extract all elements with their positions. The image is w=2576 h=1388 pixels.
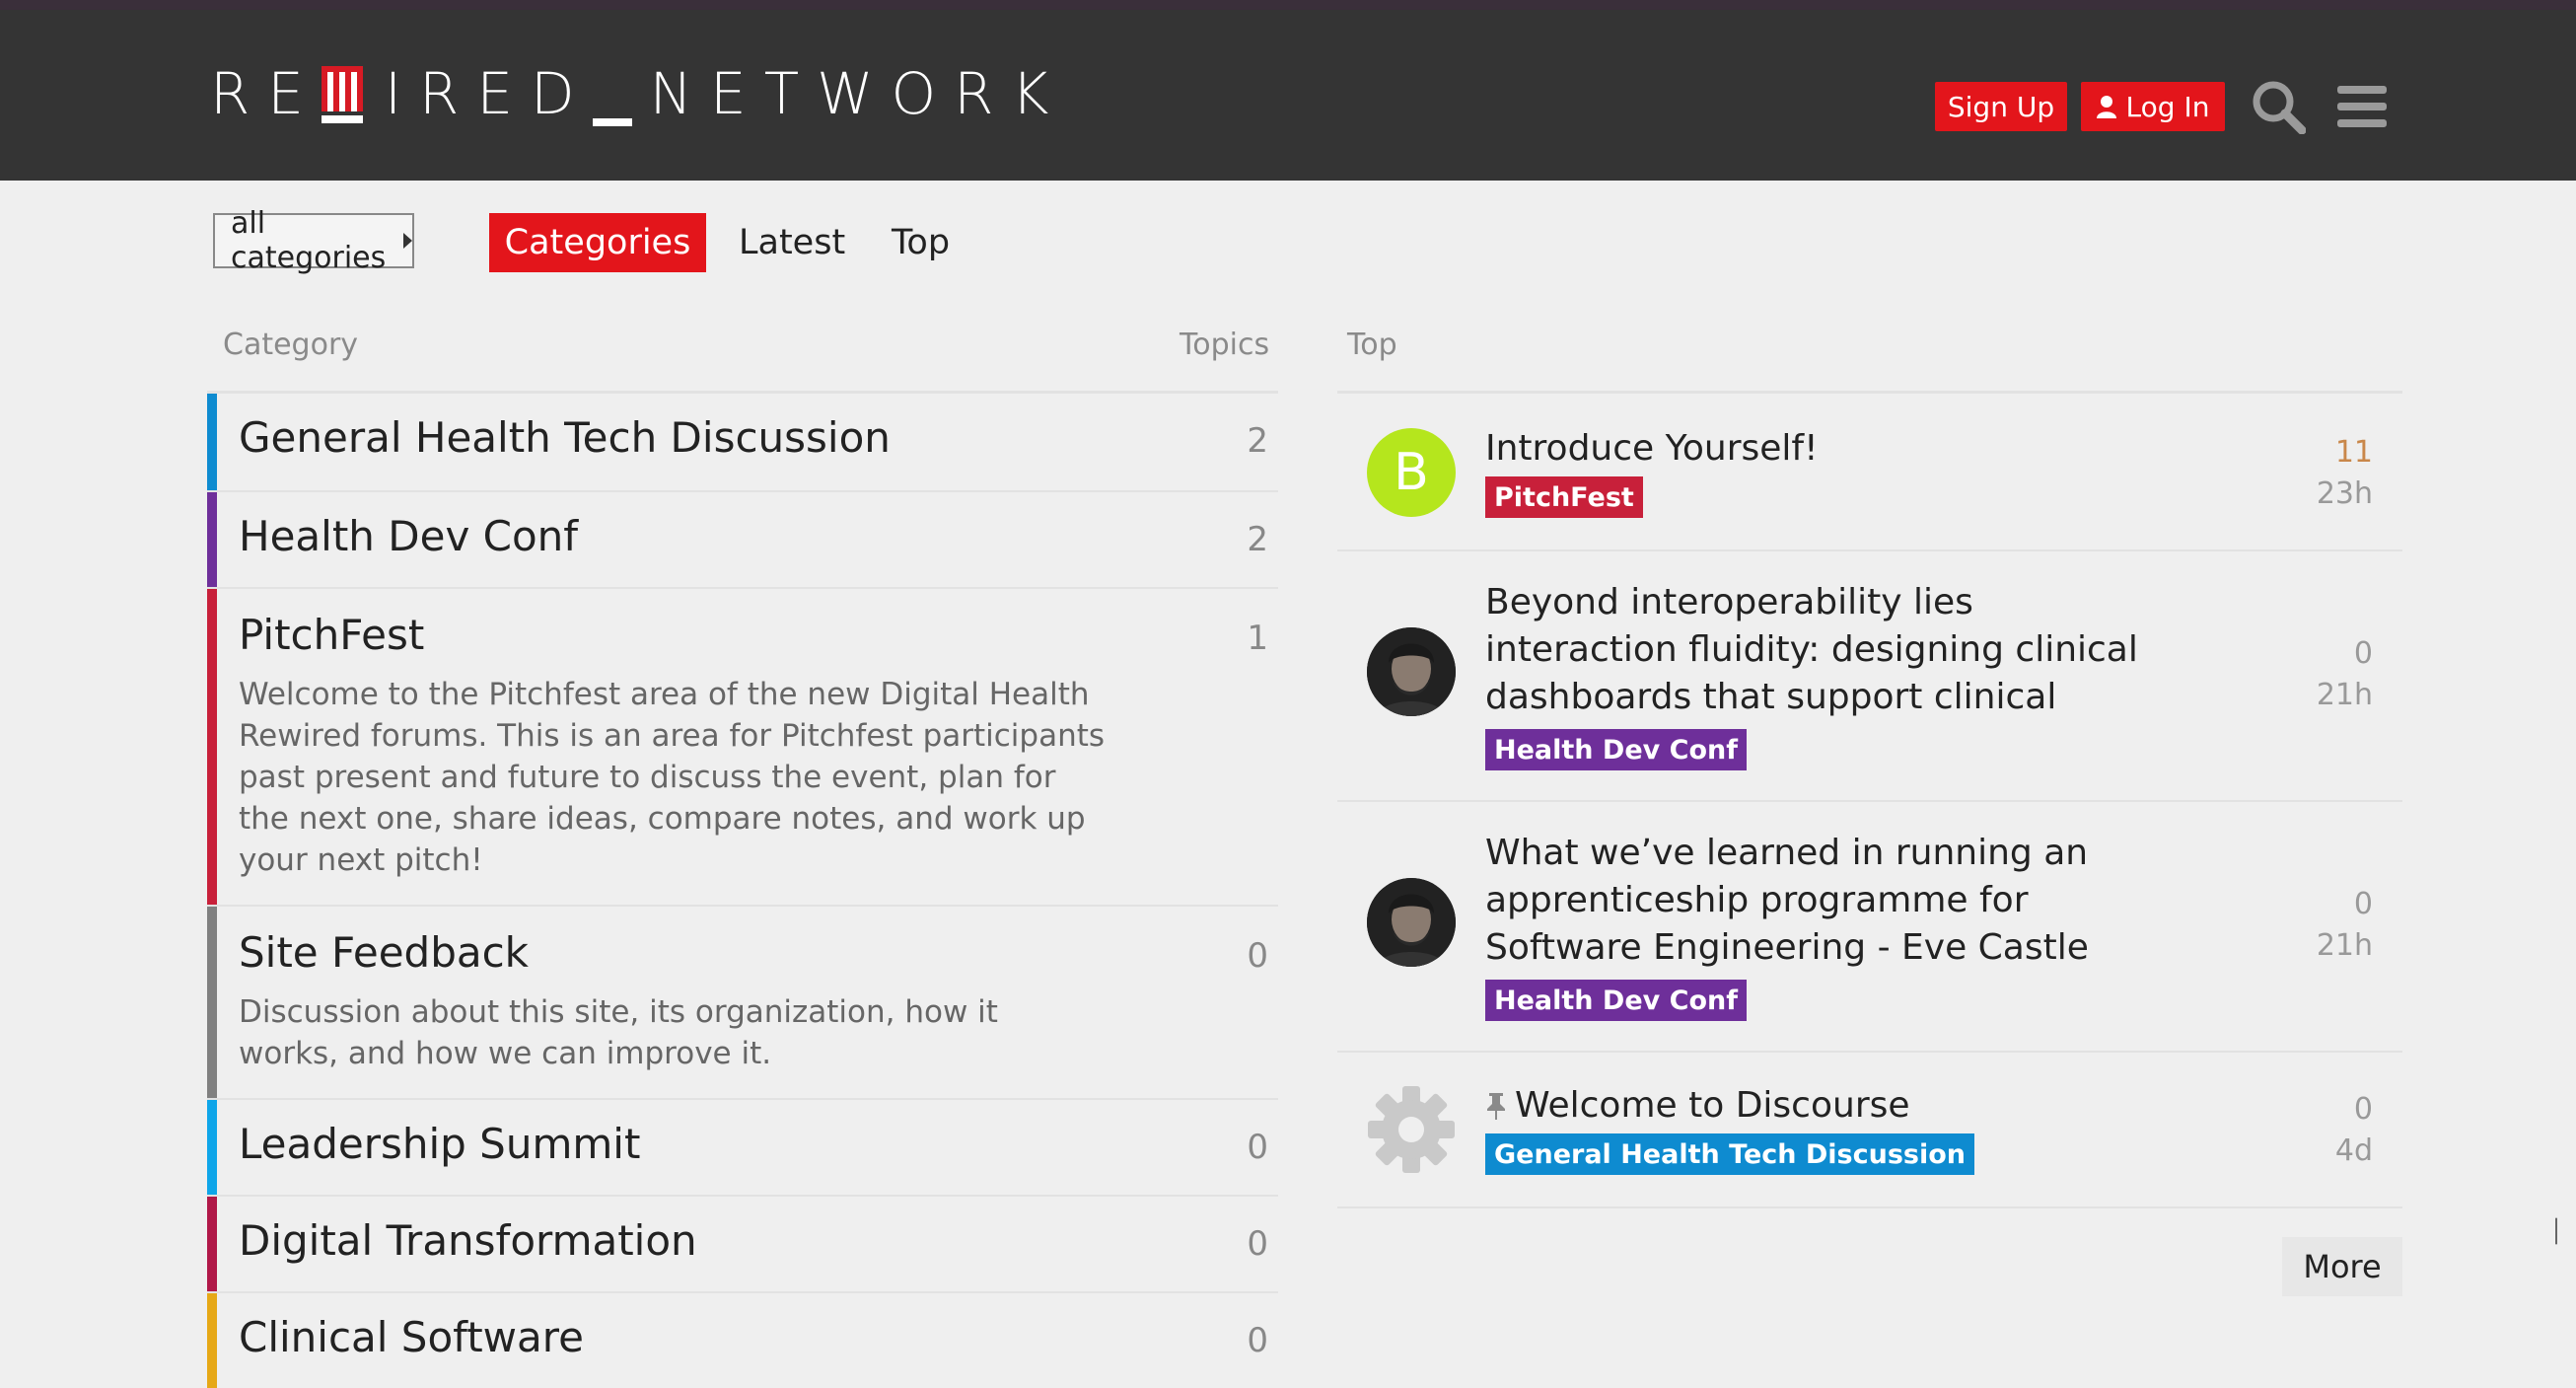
avatar-photo bbox=[1367, 878, 1456, 967]
login-label: Log In bbox=[2125, 90, 2210, 123]
category-color-bar bbox=[207, 907, 217, 1098]
category-description: Discussion about this site, its organiza… bbox=[239, 994, 998, 1071]
category-badge[interactable]: PitchFest bbox=[1485, 476, 1643, 518]
logo-underscore bbox=[592, 118, 632, 126]
topic-age[interactable]: 4d bbox=[2335, 1133, 2373, 1168]
top-strip bbox=[0, 0, 2576, 10]
pin-icon bbox=[1487, 1093, 1505, 1120]
category-color-bar bbox=[207, 1293, 217, 1388]
category-dropdown-label: all categories bbox=[231, 206, 387, 275]
search-icon[interactable] bbox=[2247, 75, 2310, 138]
avatar-photo bbox=[1367, 627, 1456, 716]
more-button[interactable]: More bbox=[2282, 1237, 2402, 1296]
category-color-bar bbox=[207, 1197, 217, 1291]
topic-row[interactable]: B Introduce Yourself! PitchFest 11 23h bbox=[1337, 394, 2402, 551]
category-row[interactable]: Site Feedback Discussion about this site… bbox=[207, 907, 1278, 1100]
tab-top[interactable]: Top bbox=[892, 213, 950, 272]
category-topic-count: 0 bbox=[1247, 1321, 1268, 1360]
avatar[interactable] bbox=[1367, 878, 1456, 967]
topic-title[interactable]: Welcome to Discourse bbox=[1515, 1082, 1910, 1130]
logo-text-1: RE bbox=[210, 60, 322, 127]
text-cursor-icon bbox=[2555, 1217, 2557, 1245]
signup-button[interactable]: Sign Up bbox=[1935, 82, 2067, 131]
tab-categories-label: Categories bbox=[504, 223, 691, 262]
category-name[interactable]: PitchFest bbox=[239, 611, 424, 659]
topic-reply-count: 11 bbox=[2334, 435, 2373, 470]
category-badge[interactable]: Health Dev Conf bbox=[1485, 729, 1747, 770]
category-name[interactable]: Leadership Summit bbox=[239, 1120, 640, 1168]
category-name[interactable]: Digital Transformation bbox=[239, 1216, 697, 1265]
tab-latest-label: Latest bbox=[739, 223, 846, 262]
category-name[interactable]: General Health Tech Discussion bbox=[239, 413, 891, 462]
user-icon bbox=[2096, 96, 2116, 118]
category-topic-count: 2 bbox=[1247, 520, 1268, 559]
category-row[interactable]: PitchFest Welcome to the Pitchfest area … bbox=[207, 589, 1278, 907]
category-name[interactable]: Health Dev Conf bbox=[239, 512, 578, 560]
topic-title[interactable]: What we’ve learned in running an apprent… bbox=[1485, 830, 2156, 972]
topic-age[interactable]: 23h bbox=[2317, 476, 2373, 511]
topic-title[interactable]: Introduce Yourself! bbox=[1485, 425, 2156, 473]
logo-text-3: NETWORK bbox=[649, 60, 1067, 127]
topic-title-wrap[interactable]: Welcome to Discourse bbox=[1485, 1082, 2156, 1130]
login-button[interactable]: Log In bbox=[2081, 82, 2225, 131]
category-topic-count: 0 bbox=[1247, 1128, 1268, 1167]
category-description: Welcome to the Pitchfest area of the new… bbox=[239, 677, 1106, 878]
site-header: RE IRED NETWORK Sign Up Log In bbox=[0, 10, 2576, 181]
category-color-bar bbox=[207, 394, 217, 490]
category-color-bar bbox=[207, 1100, 217, 1195]
more-label: More bbox=[2303, 1248, 2382, 1285]
category-badge[interactable]: Health Dev Conf bbox=[1485, 980, 1747, 1021]
avatar[interactable] bbox=[1367, 627, 1456, 716]
category-name[interactable]: Site Feedback bbox=[239, 928, 529, 977]
avatar-letter: B bbox=[1394, 443, 1429, 502]
category-dropdown[interactable]: all categories bbox=[213, 206, 414, 275]
column-header-topics[interactable]: Topics bbox=[1180, 328, 1269, 362]
category-row[interactable]: Digital Transformation 0 bbox=[207, 1197, 1278, 1293]
hamburger-menu-icon[interactable] bbox=[2330, 75, 2394, 138]
category-badge[interactable]: General Health Tech Discussion bbox=[1485, 1133, 1975, 1175]
topic-age[interactable]: 21h bbox=[2317, 678, 2373, 712]
topic-reply-count: 0 bbox=[2353, 1092, 2373, 1127]
caret-right-icon bbox=[403, 233, 412, 249]
logo-text-2: IRED bbox=[384, 60, 593, 127]
logo-w-mark bbox=[321, 64, 367, 123]
category-color-bar bbox=[207, 492, 217, 587]
gear-icon[interactable] bbox=[1367, 1085, 1456, 1174]
category-topic-count: 0 bbox=[1247, 1224, 1268, 1264]
topic-age[interactable]: 21h bbox=[2317, 928, 2373, 963]
tab-top-label: Top bbox=[892, 223, 951, 262]
site-logo[interactable]: RE IRED NETWORK bbox=[210, 49, 1066, 138]
category-row[interactable]: Clinical Software 0 bbox=[207, 1293, 1278, 1388]
category-topic-count: 2 bbox=[1247, 421, 1268, 461]
category-row[interactable]: Health Dev Conf 2 bbox=[207, 492, 1278, 589]
category-topic-count: 1 bbox=[1247, 619, 1268, 658]
signup-label: Sign Up bbox=[1947, 90, 2055, 123]
tab-latest[interactable]: Latest bbox=[739, 213, 845, 272]
category-color-bar bbox=[207, 589, 217, 905]
tab-categories[interactable]: Categories bbox=[489, 213, 706, 272]
topic-row[interactable]: Welcome to Discourse General Health Tech… bbox=[1337, 1053, 2402, 1208]
category-row[interactable]: Leadership Summit 0 bbox=[207, 1100, 1278, 1197]
avatar[interactable]: B bbox=[1367, 428, 1456, 517]
category-row[interactable]: General Health Tech Discussion 2 bbox=[207, 394, 1278, 492]
category-name[interactable]: Clinical Software bbox=[239, 1313, 584, 1361]
topic-reply-count: 0 bbox=[2353, 887, 2373, 921]
column-header-top: Top bbox=[1347, 328, 1397, 362]
topic-reply-count: 0 bbox=[2353, 636, 2373, 671]
topic-row[interactable]: Beyond interoperability lies interaction… bbox=[1337, 551, 2402, 802]
topic-row[interactable]: What we’ve learned in running an apprent… bbox=[1337, 802, 2402, 1053]
column-header-category[interactable]: Category bbox=[223, 328, 358, 362]
category-topic-count: 0 bbox=[1247, 936, 1268, 976]
